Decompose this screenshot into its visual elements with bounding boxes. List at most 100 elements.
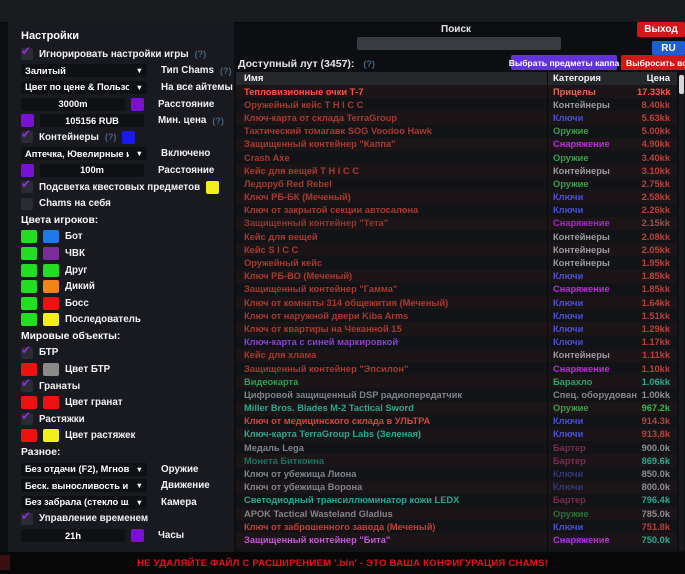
- player-color-label: Босс: [65, 298, 89, 309]
- world-color-swatch-1[interactable]: [21, 429, 37, 442]
- table-row[interactable]: Оружейный кейсКонтейнеры1.95kk: [236, 256, 677, 269]
- table-row[interactable]: Ключ-карта с синей маркировкойКлючи1.17k…: [236, 336, 677, 349]
- table-row[interactable]: Оружейный кейс T H I C CКонтейнеры8.40kk: [236, 98, 677, 111]
- column-header-category[interactable]: Категория: [547, 72, 637, 85]
- select-kappa-items-button[interactable]: Выбрать предметы каппа: [511, 55, 617, 70]
- player-color-swatch-2[interactable]: [43, 297, 59, 310]
- table-row[interactable]: Ключ от убежища ВоронаКлючи800.0k: [236, 481, 677, 494]
- player-color-swatch-1[interactable]: [21, 247, 37, 260]
- player-color-swatch-2[interactable]: [43, 264, 59, 277]
- table-row[interactable]: Защищенный контейнер "Каппа"Снаряжение4.…: [236, 138, 677, 151]
- help-icon[interactable]: (?): [212, 116, 224, 126]
- help-icon[interactable]: (?): [220, 66, 232, 76]
- time-control-checkbox[interactable]: ✔: [21, 513, 33, 525]
- table-row[interactable]: APOK Tactical Wasteland GladiusОружие785…: [236, 507, 677, 520]
- table-row[interactable]: Кейс для хламаКонтейнеры1.11kk: [236, 349, 677, 362]
- language-button[interactable]: RU: [652, 41, 685, 55]
- search-input[interactable]: [357, 37, 561, 50]
- player-color-swatch-1[interactable]: [21, 297, 37, 310]
- misc-title: Разное:: [21, 444, 228, 461]
- table-row[interactable]: Медаль LegaБартер900.0k: [236, 441, 677, 454]
- color-mode-dropdown[interactable]: Цвет по цене & Пользователь ▼: [21, 81, 147, 94]
- table-scrollbar[interactable]: [679, 73, 684, 551]
- table-row[interactable]: Ключ-карта от склада TerraGroupКлючи5.63…: [236, 111, 677, 124]
- table-row[interactable]: Защищенный контейнер "Бита"Снаряжение750…: [236, 533, 677, 546]
- scrollbar-thumb[interactable]: [679, 75, 684, 94]
- table-row[interactable]: Цифровой защищенный DSP радиопередатчикС…: [236, 388, 677, 401]
- exit-button[interactable]: Выход: [637, 22, 685, 37]
- table-row[interactable]: ВидеокартаБарахло1.06kk: [236, 375, 677, 388]
- player-color-swatch-2[interactable]: [43, 230, 59, 243]
- loot-item-price: 785.0k: [637, 509, 677, 519]
- player-color-swatch-1[interactable]: [21, 230, 37, 243]
- world-color-swatch-2[interactable]: [43, 396, 59, 409]
- table-row[interactable]: Монета БиткоинаБартер869.6k: [236, 454, 677, 467]
- distance-color-swatch[interactable]: [131, 98, 144, 111]
- misc-dropdown[interactable]: Беск. выносливость и нет уста▼: [21, 479, 147, 492]
- world-color-swatch-1[interactable]: [21, 396, 37, 409]
- table-row[interactable]: Кейс для вещейКонтейнеры2.08kk: [236, 230, 677, 243]
- table-row[interactable]: Ключ-карта TerraGroup Labs (Зеленая)Ключ…: [236, 428, 677, 441]
- world-color-swatch-1[interactable]: [21, 363, 37, 376]
- world-color-swatch-2[interactable]: [43, 429, 59, 442]
- loot-item-price: 850.0k: [637, 469, 677, 479]
- loot-distance-color-swatch[interactable]: [21, 164, 34, 177]
- loot-distance-input[interactable]: [40, 164, 144, 177]
- table-row[interactable]: Miller Bros. Blades M-2 Tactical SwordОр…: [236, 402, 677, 415]
- quest-highlight-color-swatch[interactable]: [206, 181, 219, 194]
- table-row[interactable]: Светодиодный трансиллюминатор кожи LEDXБ…: [236, 494, 677, 507]
- table-row[interactable]: Ключ от закрытой секции автосалонаКлючи2…: [236, 204, 677, 217]
- table-row[interactable]: Ледоруб Red RebelОружие2.75kk: [236, 177, 677, 190]
- distance-input[interactable]: [21, 98, 125, 111]
- table-row[interactable]: Ключ РБ-БК (Меченый)Ключи2.58kk: [236, 191, 677, 204]
- player-color-label: ЧВК: [65, 248, 85, 259]
- loot-item-name: Монета Биткоина: [236, 456, 547, 466]
- table-row[interactable]: Ключ от заброшенного завода (Меченый)Клю…: [236, 520, 677, 533]
- table-row[interactable]: Защищенный контейнер "Тета"Снаряжение2.1…: [236, 217, 677, 230]
- drop-all-button[interactable]: Выбросить все: [621, 55, 685, 70]
- help-icon[interactable]: (?): [105, 132, 117, 142]
- table-row[interactable]: Ключ от квартиры на Чеканной 15Ключи1.29…: [236, 322, 677, 335]
- containers-color-swatch[interactable]: [122, 131, 135, 144]
- player-color-swatch-1[interactable]: [21, 264, 37, 277]
- table-row[interactable]: Тактический томагавк SOG Voodoo HawkОруж…: [236, 125, 677, 138]
- table-row[interactable]: Защищенный контейнер "Эпсилон"Снаряжение…: [236, 362, 677, 375]
- chams-self-checkbox[interactable]: [21, 198, 33, 210]
- player-color-swatch-2[interactable]: [43, 247, 59, 260]
- column-header-price[interactable]: Цена: [637, 73, 677, 84]
- help-icon[interactable]: (?): [195, 49, 207, 59]
- player-color-swatch-1[interactable]: [21, 280, 37, 293]
- world-object-checkbox[interactable]: ✔: [21, 347, 33, 359]
- world-object-checkbox[interactable]: ✔: [21, 413, 33, 425]
- player-color-swatch-1[interactable]: [21, 313, 37, 326]
- player-color-swatch-2[interactable]: [43, 313, 59, 326]
- min-price-color-swatch[interactable]: [21, 114, 34, 127]
- table-row[interactable]: Crash AxeОружие3.40kk: [236, 151, 677, 164]
- table-row[interactable]: Ключ от убежища ЛионаКлючи850.0k: [236, 467, 677, 480]
- world-object-checkbox[interactable]: ✔: [21, 380, 33, 392]
- containers-checkbox[interactable]: ✔: [21, 131, 33, 143]
- table-row[interactable]: Ключ РБ-ВО (Меченый)Ключи1.85kk: [236, 270, 677, 283]
- table-row[interactable]: Ключ от медицинского склада в УЛЬТРАКлюч…: [236, 415, 677, 428]
- table-row[interactable]: Защищенный контейнер "Гамма"Снаряжение1.…: [236, 283, 677, 296]
- quest-highlight-checkbox[interactable]: ✔: [21, 181, 33, 193]
- table-row[interactable]: Кейс S I C CКонтейнеры2.05kk: [236, 243, 677, 256]
- world-color-swatch-2[interactable]: [43, 363, 59, 376]
- table-row[interactable]: Ключ от наружной двери Kiba ArmsКлючи1.5…: [236, 309, 677, 322]
- loot-item-category: Ключи: [547, 204, 637, 217]
- table-row[interactable]: Тепловизионные очки Т-7Прицелы17.33kk: [236, 85, 677, 98]
- hours-input[interactable]: [21, 529, 125, 542]
- misc-dropdown[interactable]: Без забрала (стекло шлема)▼: [21, 496, 147, 509]
- player-color-swatch-2[interactable]: [43, 280, 59, 293]
- ignore-game-settings-checkbox[interactable]: ✔: [21, 48, 33, 60]
- table-row[interactable]: Ключ от комнаты 314 общежития (Меченый)К…: [236, 296, 677, 309]
- loot-filter-dropdown[interactable]: Аптечка, Ювелирные и... ▼: [21, 147, 147, 160]
- table-row[interactable]: Кейс для вещей T H I C CКонтейнеры3.10kk: [236, 164, 677, 177]
- misc-dropdown[interactable]: Без отдачи (F2), Мгновенное п▼: [21, 463, 147, 476]
- column-header-name[interactable]: Имя: [236, 73, 547, 84]
- chams-type-dropdown[interactable]: Залитый ▼: [21, 64, 147, 77]
- min-price-input[interactable]: [40, 114, 144, 127]
- hours-color-swatch[interactable]: [131, 529, 144, 542]
- help-icon[interactable]: (?): [363, 59, 375, 69]
- player-color-row: Последователь: [21, 312, 228, 329]
